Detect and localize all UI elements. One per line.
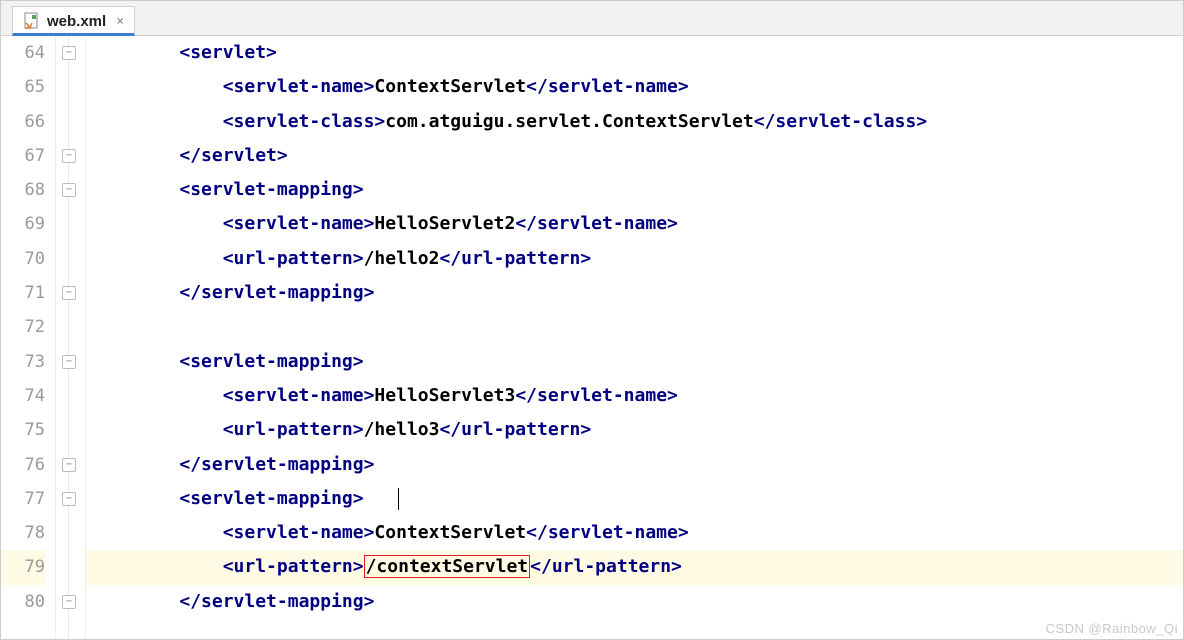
line-number: 78 — [0, 516, 45, 550]
code-line[interactable]: </servlet-mapping> — [86, 276, 1184, 310]
code-line[interactable]: <url-pattern>/hello2</url-pattern> — [86, 242, 1184, 276]
editor-area: 6465666768697071727374757677787980 −−−−−… — [0, 36, 1184, 640]
line-number: 80 — [0, 585, 45, 619]
line-number: 76 — [0, 448, 45, 482]
line-number: 70 — [0, 242, 45, 276]
fold-toggle-icon[interactable]: − — [62, 149, 76, 163]
code-line[interactable]: </servlet> — [86, 139, 1184, 173]
code-line[interactable]: <url-pattern>/hello3</url-pattern> — [86, 413, 1184, 447]
close-icon[interactable]: × — [116, 14, 124, 29]
code-line[interactable] — [86, 310, 1184, 344]
line-number-gutter: 6465666768697071727374757677787980 — [0, 36, 56, 640]
line-number: 74 — [0, 379, 45, 413]
line-number: 71 — [0, 276, 45, 310]
code-line[interactable]: <url-pattern>/contextServlet</url-patter… — [86, 550, 1184, 584]
tab-filename: web.xml — [47, 13, 106, 30]
line-number: 69 — [0, 207, 45, 241]
xml-file-icon — [23, 12, 41, 30]
code-line[interactable]: <servlet-class>com.atguigu.servlet.Conte… — [86, 105, 1184, 139]
line-number: 73 — [0, 345, 45, 379]
fold-toggle-icon[interactable]: − — [62, 458, 76, 472]
code-line[interactable]: </servlet-mapping> — [86, 585, 1184, 619]
code-line[interactable]: <servlet-mapping> — [86, 345, 1184, 379]
code-line[interactable]: <servlet-mapping> — [86, 482, 1184, 516]
tab-bar: web.xml × — [0, 0, 1184, 36]
code-line[interactable]: <servlet-name>ContextServlet</servlet-na… — [86, 70, 1184, 104]
code-line[interactable]: <servlet-name>HelloServlet2</servlet-nam… — [86, 207, 1184, 241]
line-number: 72 — [0, 310, 45, 344]
fold-toggle-icon[interactable]: − — [62, 46, 76, 60]
fold-toggle-icon[interactable]: − — [62, 183, 76, 197]
code-content[interactable]: <servlet> <servlet-name>ContextServlet</… — [86, 36, 1184, 640]
watermark: CSDN @Rainbow_Qi — [1046, 621, 1178, 636]
line-number: 68 — [0, 173, 45, 207]
line-number: 66 — [0, 105, 45, 139]
fold-toggle-icon[interactable]: − — [62, 286, 76, 300]
file-tab[interactable]: web.xml × — [12, 6, 135, 36]
code-line[interactable]: <servlet-name>HelloServlet3</servlet-nam… — [86, 379, 1184, 413]
line-number: 79 — [0, 550, 45, 584]
line-number: 64 — [0, 36, 45, 70]
code-line[interactable]: <servlet-name>ContextServlet</servlet-na… — [86, 516, 1184, 550]
code-line[interactable]: <servlet> — [86, 36, 1184, 70]
line-number: 77 — [0, 482, 45, 516]
text-cursor — [398, 488, 399, 510]
line-number: 75 — [0, 413, 45, 447]
fold-column: − − − − − − − − — [56, 36, 86, 640]
code-line[interactable]: <servlet-mapping> — [86, 173, 1184, 207]
line-number: 65 — [0, 70, 45, 104]
fold-toggle-icon[interactable]: − — [62, 355, 76, 369]
line-number: 67 — [0, 139, 45, 173]
code-line[interactable]: </servlet-mapping> — [86, 448, 1184, 482]
fold-toggle-icon[interactable]: − — [62, 492, 76, 506]
fold-toggle-icon[interactable]: − — [62, 595, 76, 609]
